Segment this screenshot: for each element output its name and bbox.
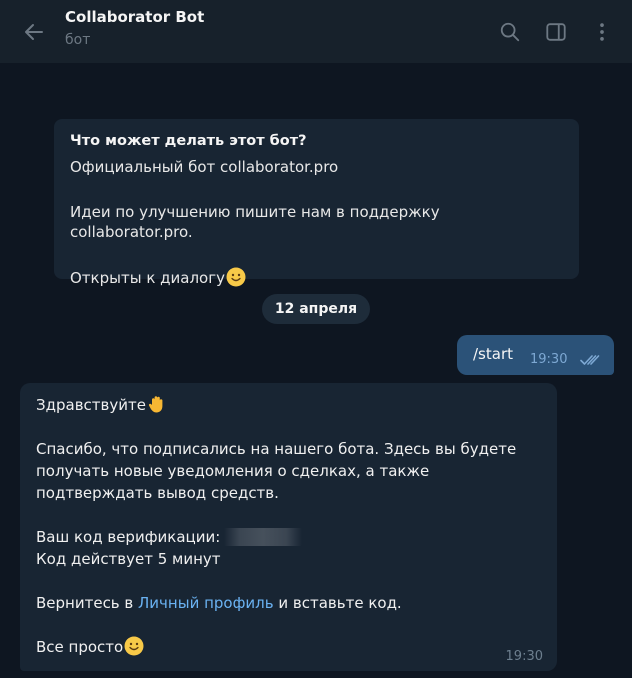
chat-title-block[interactable]: Collaborator Bot бот: [65, 8, 204, 50]
message-time: 19:30: [530, 352, 568, 367]
smiling-face-icon: [226, 267, 246, 287]
sidebar-toggle-button[interactable]: [534, 10, 578, 54]
profile-link[interactable]: Личный профиль: [138, 594, 274, 612]
arrow-left-icon: [25, 23, 43, 40]
smiling-face-icon: [124, 636, 144, 656]
more-button[interactable]: [580, 10, 624, 54]
greeting-line: Здравствуйте: [36, 394, 541, 416]
raised-hand-icon: [148, 396, 163, 413]
code-label-line: Ваш код верификации:: [36, 526, 541, 548]
bot-description-card: Что может делать этот бот? Официальный б…: [54, 119, 579, 287]
more-vertical-icon: [600, 22, 604, 41]
message-time: 19:30: [505, 649, 543, 664]
bot-description-line: Идеи по улучшению пишите нам в поддержку…: [70, 203, 440, 241]
bot-description-line: Открыты к диалогу: [70, 267, 563, 288]
message-text: /start: [473, 345, 513, 363]
incoming-message[interactable]: Здравствуйте Спасибо, что подписались на…: [20, 383, 557, 671]
header-actions: [486, 10, 624, 54]
message-body: Здравствуйте Спасибо, что подписались на…: [36, 394, 541, 658]
code-valid-line: Код действует 5 минут: [36, 550, 221, 568]
chat-title: Collaborator Bot: [65, 8, 205, 26]
date-separator: 12 апреля: [262, 294, 370, 324]
message-list[interactable]: Что может делать этот бот? Официальный б…: [0, 63, 632, 678]
message-paragraph: Спасибо, что подписались на нашего бота.…: [36, 440, 517, 502]
search-button[interactable]: [488, 10, 532, 54]
chat-subtitle: бот: [65, 32, 91, 48]
verification-block: Ваш код верификации: Код действует 5 мин…: [36, 526, 541, 570]
bot-description-title: Что может делать этот бот?: [70, 133, 307, 149]
sidebar-toggle-icon: [546, 22, 566, 41]
double-check-icon: [580, 355, 600, 365]
redacted-code: [224, 528, 303, 546]
chat-header: Collaborator Bot бот: [0, 0, 632, 63]
back-button[interactable]: [10, 8, 58, 56]
search-icon: [500, 22, 520, 41]
return-line: Вернитесь в Личный профиль и вставьте ко…: [36, 594, 402, 612]
bot-description-line: Официальный бот collaborator.pro: [70, 158, 339, 176]
closing-line: Все просто: [36, 636, 541, 658]
outgoing-message[interactable]: /start 19:30: [457, 335, 614, 375]
